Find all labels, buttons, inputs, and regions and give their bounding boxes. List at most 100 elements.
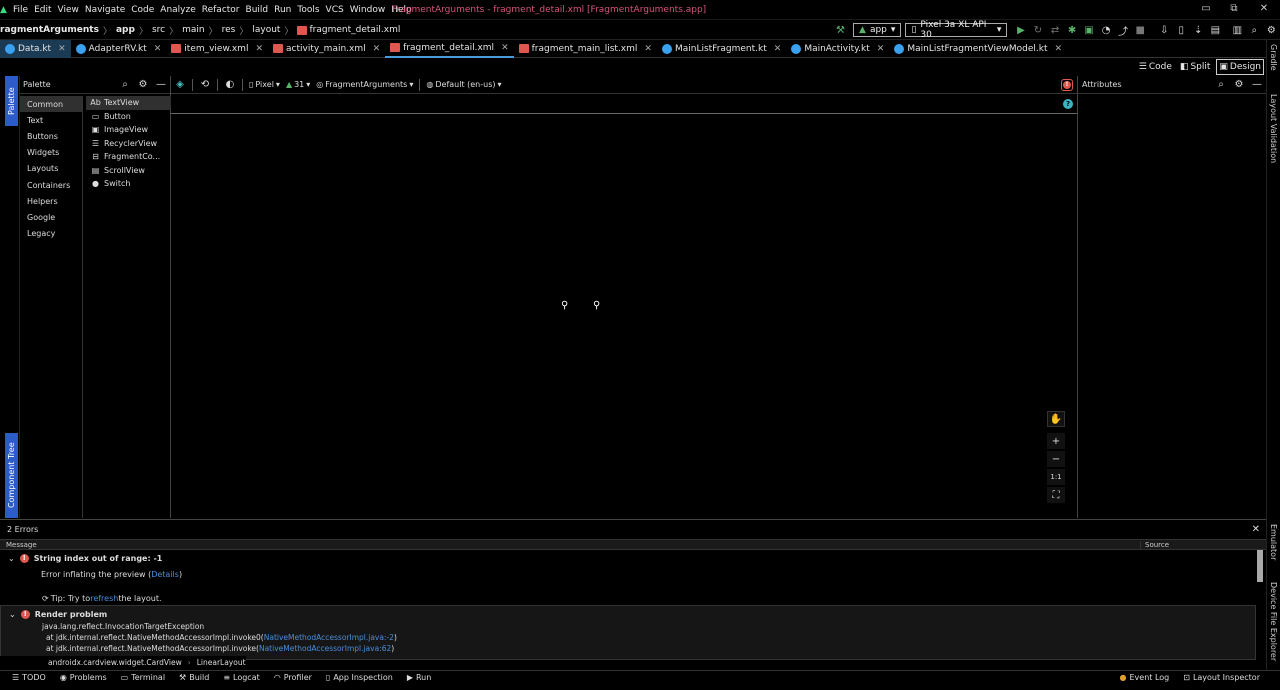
gear-icon[interactable]: ⚙	[137, 79, 149, 91]
hammer-icon[interactable]: ⚒	[835, 24, 846, 36]
palette-widget[interactable]: Ab TextView	[86, 96, 171, 110]
device-select[interactable]: ▯ Pixel 3a XL API 30 ▾	[905, 20, 1008, 40]
close-icon[interactable]: ✕	[1252, 524, 1260, 535]
error-indicator-icon[interactable]: !	[1061, 78, 1073, 91]
menu-run[interactable]: Run	[271, 5, 294, 15]
device-manager-icon[interactable]: ▤	[1210, 24, 1221, 36]
sync-icon[interactable]: ⇩	[1159, 24, 1170, 36]
tab-data-kt[interactable]: Data.kt ✕	[0, 39, 71, 58]
palette-widget[interactable]: ☰ RecyclerView	[86, 137, 171, 151]
breadcrumb-src[interactable]: src	[152, 25, 165, 35]
avd-manager-icon[interactable]: ▯	[1176, 24, 1187, 36]
palette-category[interactable]: Widgets	[20, 145, 82, 161]
design-canvas[interactable]: ? ⚲ ⚲ ✋ + − 1:1 ⛶	[171, 95, 1077, 518]
design-view-button[interactable]: ▣ Design	[1216, 59, 1264, 75]
palette-category[interactable]: Legacy	[20, 226, 82, 242]
menu-window[interactable]: Window	[347, 5, 389, 15]
menu-build[interactable]: Build	[243, 5, 272, 15]
layout-validation-tool-tab[interactable]: Layout Validation	[1269, 94, 1278, 163]
error-item-selected[interactable]: ⌄ ! Render problem java.lang.reflect.Inv…	[0, 605, 1256, 660]
zoom-actual-size-icon[interactable]: 1:1	[1047, 469, 1065, 485]
menu-refactor[interactable]: Refactor	[199, 5, 243, 15]
layout-inspector-tool-button[interactable]: ⊡ Layout Inspector	[1183, 673, 1260, 682]
breadcrumb-project[interactable]: ragmentArguments	[0, 25, 99, 35]
sdk-manager-icon[interactable]: ⇣	[1193, 24, 1204, 36]
app-inspection-tool-button[interactable]: ▯ App Inspection	[326, 673, 393, 682]
search-icon[interactable]: ⌕	[1215, 79, 1227, 91]
close-tab-icon[interactable]: ✕	[644, 44, 652, 54]
menu-analyze[interactable]: Analyze	[157, 5, 198, 15]
component-tree-tool-tab[interactable]: Component Tree	[5, 433, 18, 518]
coverage-icon[interactable]: ▣	[1084, 24, 1095, 36]
build-tool-button[interactable]: ⚒ Build	[179, 673, 209, 682]
palette-category[interactable]: Text	[20, 112, 82, 128]
tab-activity-main-xml[interactable]: activity_main.xml ✕	[268, 40, 385, 58]
tab-fragment-main-list-xml[interactable]: fragment_main_list.xml ✕	[514, 40, 657, 58]
apply-changes-icon[interactable]: ⇄	[1050, 24, 1061, 36]
orientation-icon[interactable]: ⟲	[199, 79, 211, 91]
logcat-tool-button[interactable]: ≡ Logcat	[223, 673, 259, 682]
profiler-tool-button[interactable]: ◠ Profiler	[274, 673, 312, 682]
debug-icon[interactable]: ✱	[1067, 24, 1078, 36]
column-header-message[interactable]: Message	[0, 541, 1140, 549]
refresh-link[interactable]: refresh	[90, 594, 118, 603]
chevron-down-icon[interactable]: ⌄	[8, 554, 15, 563]
event-log-tool-button[interactable]: ● Event Log	[1120, 673, 1170, 682]
find-icon[interactable]: ⌕	[1249, 24, 1260, 36]
palette-tool-tab[interactable]: Palette	[5, 76, 18, 126]
breadcrumb-app[interactable]: app	[116, 25, 135, 35]
breadcrumb-layout[interactable]: layout	[252, 25, 280, 35]
profile-icon[interactable]: ◔	[1101, 24, 1112, 36]
night-mode-icon[interactable]: ◐	[224, 79, 236, 91]
menu-tools[interactable]: Tools	[294, 5, 322, 15]
palette-widget[interactable]: ▤ ScrollView	[86, 164, 171, 178]
tab-item-view-xml[interactable]: item_view.xml ✕	[166, 40, 268, 58]
column-header-source[interactable]: Source	[1140, 540, 1169, 549]
palette-category[interactable]: Containers	[20, 177, 82, 193]
close-window-icon[interactable]: ✕	[1257, 3, 1271, 17]
palette-category[interactable]: Layouts	[20, 161, 82, 177]
close-tab-icon[interactable]: ✕	[373, 44, 381, 54]
menu-code[interactable]: Code	[128, 5, 157, 15]
tab-mainlistfragmentviewmodel-kt[interactable]: MainListFragmentViewModel.kt ✕	[889, 40, 1067, 58]
menu-navigate[interactable]: Navigate	[82, 5, 128, 15]
palette-widget[interactable]: ● Switch	[86, 177, 171, 191]
menu-view[interactable]: View	[55, 5, 82, 15]
palette-widget[interactable]: ▭ Button	[86, 110, 171, 124]
palette-category[interactable]: Buttons	[20, 128, 82, 144]
tab-mainactivity-kt[interactable]: MainActivity.kt ✕	[786, 40, 889, 58]
palette-widget[interactable]: ⊟ FragmentCo...	[86, 150, 171, 164]
close-tab-icon[interactable]: ✕	[774, 44, 782, 54]
problems-tool-button[interactable]: ◉ Problems	[60, 673, 107, 682]
close-tab-icon[interactable]: ✕	[1055, 44, 1063, 54]
close-tab-icon[interactable]: ✕	[877, 44, 885, 54]
close-tab-icon[interactable]: ✕	[255, 44, 263, 54]
terminal-tool-button[interactable]: ▭ Terminal	[121, 673, 165, 682]
device-for-preview-select[interactable]: ▯ Pixel ▾	[249, 80, 280, 89]
blueprint-surface[interactable]: ⚲ ⚲	[171, 113, 1077, 518]
stop-icon[interactable]: ■	[1135, 24, 1146, 36]
emulator-tool-tab[interactable]: Emulator	[1269, 524, 1278, 560]
rerun-icon[interactable]: ↻	[1032, 24, 1043, 36]
zoom-out-icon[interactable]: −	[1047, 451, 1065, 467]
run-tool-button[interactable]: ▶ Run	[407, 673, 432, 682]
close-tab-icon[interactable]: ✕	[154, 44, 162, 54]
search-icon[interactable]: ⌕	[119, 79, 131, 91]
hide-panel-icon[interactable]: —	[1251, 79, 1263, 91]
pan-hand-icon[interactable]: ✋	[1047, 411, 1065, 427]
device-file-explorer-tool-tab[interactable]: Device File Explorer	[1269, 582, 1278, 661]
error-item[interactable]: ⌄ ! String index out of range: -1 Error …	[0, 550, 1266, 603]
split-view-button[interactable]: ◧ Split	[1178, 59, 1212, 75]
menu-edit[interactable]: Edit	[31, 5, 54, 15]
details-link[interactable]: Details	[151, 570, 179, 579]
palette-category[interactable]: Google	[20, 209, 82, 225]
zoom-to-fit-icon[interactable]: ⛶	[1047, 487, 1065, 503]
tab-adapterrv-kt[interactable]: AdapterRV.kt ✕	[71, 40, 167, 58]
menu-vcs[interactable]: VCS	[323, 5, 347, 15]
run-icon[interactable]: ▶	[1015, 24, 1026, 36]
locale-select[interactable]: ◍ Default (en-us) ▾	[426, 80, 501, 89]
path-item[interactable]: LinearLayout	[197, 658, 246, 667]
breadcrumb-file[interactable]: fragment_detail.xml	[309, 25, 400, 35]
minimize-icon[interactable]: ▭	[1199, 3, 1213, 17]
menu-file[interactable]: File	[10, 5, 31, 15]
